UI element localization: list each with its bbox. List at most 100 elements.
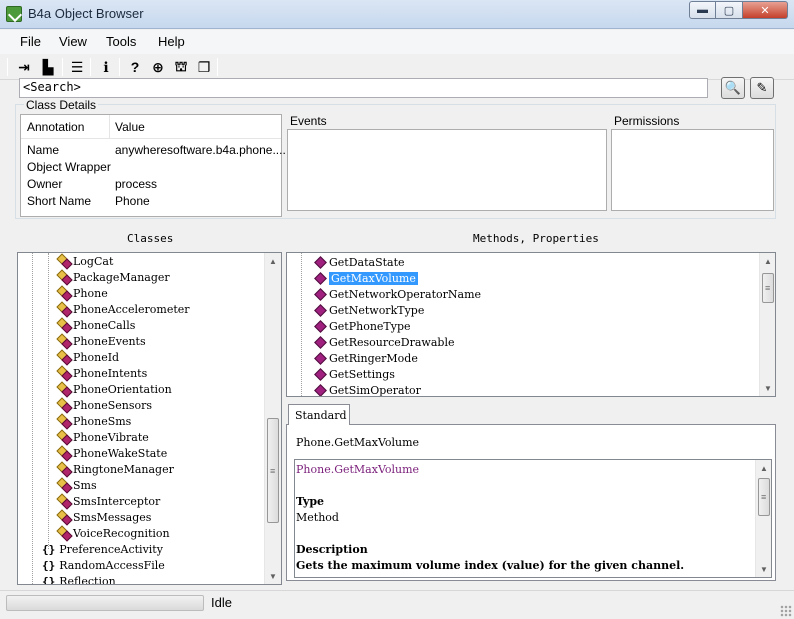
tree-item-label: RingtoneManager: [73, 463, 174, 476]
method-item-label: GetPhoneType: [329, 320, 411, 333]
close-button[interactable]: ✕: [743, 1, 788, 19]
tree-item-label: PhoneWakeState: [73, 447, 168, 460]
annotation-cell: Object Wrapper: [27, 160, 111, 174]
events-list[interactable]: [287, 129, 607, 211]
class-details-header: Annotation Value: [21, 115, 281, 139]
tree-item[interactable]: PhoneVibrate: [58, 430, 149, 446]
scroll-down-arrow[interactable]: ▼: [756, 561, 771, 577]
method-item[interactable]: GetNetworkType: [315, 303, 424, 319]
class-icon: [58, 479, 70, 491]
tree-item[interactable]: {} PreferenceActivity: [42, 542, 163, 558]
menu-view[interactable]: View: [59, 34, 87, 49]
search-icon: 🔍: [724, 80, 742, 95]
search-input[interactable]: <Search>: [19, 78, 708, 98]
method-item[interactable]: GetSettings: [315, 367, 395, 383]
eraser-icon: ✎: [756, 80, 768, 95]
method-icon: [315, 273, 325, 283]
menu-bar: File View Tools Help: [0, 30, 794, 54]
tree-item-label: VoiceRecognition: [73, 527, 170, 540]
column-annotation[interactable]: Annotation: [27, 120, 84, 134]
scroll-thumb[interactable]: [758, 478, 770, 516]
class-icon: [58, 447, 70, 459]
tree-item[interactable]: PhoneIntents: [58, 366, 147, 382]
tree-item[interactable]: Phone: [58, 286, 108, 302]
tree-item[interactable]: SmsInterceptor: [58, 494, 160, 510]
tree-item-label: PhoneCalls: [73, 319, 136, 332]
tree-item[interactable]: PackageManager: [58, 270, 170, 286]
copy-icon[interactable]: ❐: [195, 58, 213, 76]
resize-grip[interactable]: [780, 605, 792, 617]
doc-scrollbar[interactable]: ▲ ▼: [755, 460, 771, 577]
tree-item[interactable]: RingtoneManager: [58, 462, 174, 478]
search-button[interactable]: 🔍: [721, 77, 745, 99]
gift-icon[interactable]: ⛫: [172, 58, 190, 76]
scroll-up-arrow[interactable]: ▲: [756, 460, 771, 476]
tab-standard[interactable]: Standard: [288, 404, 350, 425]
method-item[interactable]: GetResourceDrawable: [315, 335, 454, 351]
tree-item[interactable]: {} RandomAccessFile: [42, 558, 165, 574]
method-item[interactable]: GetSimOperator: [315, 383, 421, 396]
progress-bar: [6, 595, 204, 611]
annotation-cell: Short Name: [27, 194, 92, 208]
scroll-down-arrow[interactable]: ▼: [265, 568, 281, 584]
column-value[interactable]: Value: [115, 120, 145, 134]
info-icon[interactable]: ℹ: [97, 58, 115, 76]
doc-panel: Phone.GetMaxVolume Phone.GetMaxVolume Typ…: [286, 424, 776, 581]
tree-item[interactable]: PhoneCalls: [58, 318, 135, 334]
scroll-up-arrow[interactable]: ▲: [265, 253, 281, 269]
tree-item[interactable]: {} Reflection: [42, 574, 116, 584]
scroll-thumb[interactable]: [267, 418, 279, 523]
maximize-button[interactable]: ▢: [716, 1, 743, 19]
method-item[interactable]: GetNetworkOperatorName: [315, 287, 481, 303]
method-item[interactable]: GetMaxVolume: [315, 271, 418, 287]
help-icon[interactable]: ?: [126, 58, 144, 76]
class-icon: [58, 271, 70, 283]
tree-item[interactable]: PhoneWakeState: [58, 446, 167, 462]
methods-tree[interactable]: GetDataState GetMaxVolume GetNetworkOperat…: [286, 252, 776, 397]
method-icon: [315, 305, 325, 315]
tree-item-label: PhoneId: [73, 351, 120, 364]
scroll-down-arrow[interactable]: ▼: [760, 380, 775, 396]
classes-scrollbar[interactable]: ▲ ▼: [264, 253, 281, 584]
method-item[interactable]: GetRingerMode: [315, 351, 418, 367]
method-item-label: GetRingerMode: [329, 352, 418, 365]
tree-item[interactable]: LogCat: [58, 254, 113, 270]
new-file-icon[interactable]: ▙: [39, 58, 57, 76]
menu-help[interactable]: Help: [158, 34, 185, 49]
methods-scrollbar[interactable]: ▲ ▼: [759, 253, 775, 396]
scroll-up-arrow[interactable]: ▲: [760, 253, 775, 269]
toolbar-separator: [7, 58, 8, 76]
method-item[interactable]: GetPhoneType: [315, 319, 411, 335]
tree-item[interactable]: PhoneOrientation: [58, 382, 172, 398]
exit-icon[interactable]: ⇥: [15, 58, 33, 76]
menu-file[interactable]: File: [20, 34, 41, 49]
clear-search-button[interactable]: ✎: [750, 77, 774, 99]
classes-tree[interactable]: LogCat PackageManager Phone PhoneAccelerome…: [17, 252, 282, 585]
list-icon[interactable]: ☰: [68, 58, 86, 76]
classes-title: Classes: [127, 232, 174, 245]
tree-item[interactable]: PhoneSensors: [58, 398, 152, 414]
method-item-label: GetDataState: [329, 256, 405, 269]
tree-line: [32, 253, 33, 584]
tree-item[interactable]: Sms: [58, 478, 97, 494]
toolbar-separator: [217, 58, 218, 76]
method-item[interactable]: GetDataState: [315, 255, 405, 271]
window-title: B4a Object Browser: [28, 6, 144, 21]
method-item-label: GetMaxVolume: [329, 272, 418, 285]
toolbar-separator: [62, 58, 63, 76]
class-icon: [58, 303, 70, 315]
annotation-cell: Owner: [27, 177, 63, 191]
tree-item[interactable]: PhoneEvents: [58, 334, 146, 350]
minimize-button[interactable]: ▬: [689, 1, 716, 19]
tree-item[interactable]: PhoneSms: [58, 414, 131, 430]
tree-item[interactable]: PhoneId: [58, 350, 119, 366]
doc-text-area[interactable]: Phone.GetMaxVolume Type Method Description G…: [294, 459, 772, 578]
method-item-label: GetResourceDrawable: [329, 336, 455, 349]
tree-item[interactable]: PhoneAccelerometer: [58, 302, 190, 318]
tree-item[interactable]: VoiceRecognition: [58, 526, 170, 542]
menu-tools[interactable]: Tools: [106, 34, 136, 49]
permissions-list[interactable]: [611, 129, 774, 211]
scroll-thumb[interactable]: [762, 273, 774, 303]
web-icon[interactable]: ⊕: [149, 58, 167, 76]
tree-item[interactable]: SmsMessages: [58, 510, 151, 526]
